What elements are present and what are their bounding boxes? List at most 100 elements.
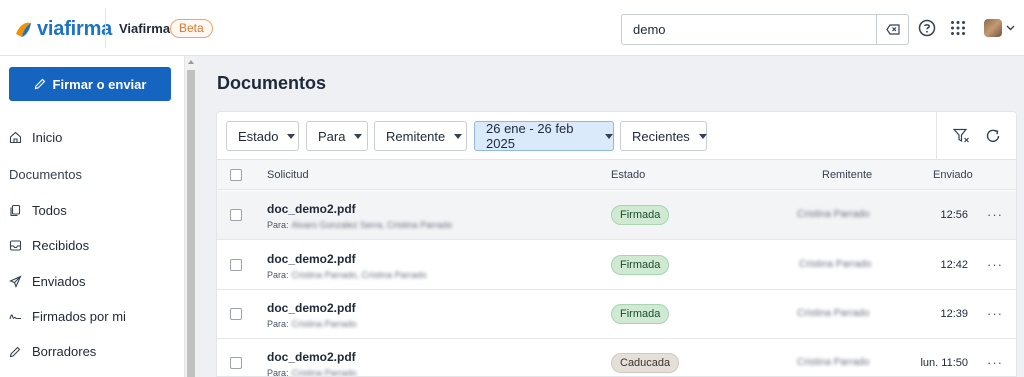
- sidebar-item-label: Borradores: [32, 343, 97, 359]
- apps-button[interactable]: [947, 17, 969, 39]
- sent-time: 12:42: [940, 259, 968, 271]
- recipients-names: Cristina Parrado: [291, 319, 357, 329]
- beta-badge: Beta: [170, 19, 213, 38]
- sign-or-send-button[interactable]: Firmar o enviar: [9, 67, 171, 101]
- row-checkbox[interactable]: [230, 209, 242, 221]
- file-name[interactable]: doc_demo2.pdf: [267, 252, 356, 266]
- filter-recientes[interactable]: Recientes: [620, 121, 707, 151]
- inbox-icon: [9, 239, 22, 252]
- row-checkbox[interactable]: [230, 308, 242, 320]
- clear-search-button[interactable]: [876, 15, 908, 44]
- home-icon: [9, 131, 22, 144]
- sent-time: 12:56: [940, 209, 968, 221]
- caret-down-icon: [287, 133, 296, 139]
- sidebar-item-borradores[interactable]: Borradores: [0, 336, 184, 366]
- sender-name: Cristina Parrado: [797, 308, 870, 319]
- pen-icon: [34, 78, 45, 90]
- sidebar: Firmar o enviar Inicio Documentos Todos …: [0, 56, 184, 377]
- para-label: Para:: [267, 270, 289, 280]
- viafirma-logo[interactable]: viafirma: [14, 18, 112, 41]
- viafirma-logo-icon: [16, 22, 31, 37]
- help-button[interactable]: [916, 17, 938, 39]
- sidebar-section-documentos: Documentos: [9, 167, 82, 182]
- row-more-button[interactable]: ···: [987, 306, 1003, 321]
- table-row[interactable]: doc_demo2.pdf Para: Cristina Parrado, Cr…: [217, 241, 1016, 290]
- sent-time: lun. 11:50: [920, 357, 968, 369]
- scroll-up-icon[interactable]: [188, 60, 194, 64]
- filter-para[interactable]: Para: [306, 121, 368, 151]
- apps-grid-icon: [951, 21, 965, 35]
- status-badge: Firmada: [611, 255, 670, 275]
- search-box: [621, 14, 909, 45]
- sender-name: Cristina Parrado: [797, 357, 870, 368]
- file-name[interactable]: doc_demo2.pdf: [267, 202, 356, 216]
- recipients: Para: Cristina Parrado: [267, 319, 357, 329]
- clear-filters-button[interactable]: [951, 125, 973, 147]
- sidebar-scrollbar[interactable]: [184, 56, 196, 377]
- sidebar-item-enviados[interactable]: Enviados: [0, 266, 184, 296]
- filter-estado[interactable]: Estado: [226, 121, 299, 151]
- top-header: viafirma Viafirma Beta: [0, 0, 1024, 56]
- row-more-button[interactable]: ···: [987, 355, 1003, 370]
- search-input[interactable]: [622, 15, 877, 44]
- file-name[interactable]: doc_demo2.pdf: [267, 350, 356, 364]
- refresh-button[interactable]: [982, 125, 1004, 147]
- filter-date-range[interactable]: 26 ene - 26 feb 2025: [474, 121, 614, 151]
- sender-name: Cristina Parrado: [799, 259, 872, 270]
- row-more-button[interactable]: ···: [987, 257, 1003, 272]
- refresh-icon: [986, 129, 1000, 142]
- caret-down-icon: [354, 133, 363, 139]
- row-checkbox[interactable]: [230, 259, 242, 271]
- filter-label: 26 ene - 26 feb 2025: [486, 121, 574, 151]
- sidebar-item-label: Recibidos: [32, 237, 90, 253]
- file-name[interactable]: doc_demo2.pdf: [267, 301, 356, 315]
- select-all-checkbox[interactable]: [230, 169, 242, 181]
- recipients: Para: Cristina Parrado: [267, 368, 357, 377]
- sidebar-item-label: Inicio: [32, 129, 63, 145]
- caret-down-icon: [698, 133, 707, 139]
- table-row[interactable]: doc_demo2.pdf Para: Alvaro Gonzalez Serr…: [217, 191, 1016, 240]
- sent-time: 12:39: [940, 308, 968, 320]
- para-label: Para:: [267, 368, 289, 377]
- filter-label: Recientes: [632, 128, 690, 144]
- filter-clear-icon: [953, 128, 969, 143]
- status-badge: Firmada: [611, 304, 670, 324]
- column-solicitud[interactable]: Solicitud: [267, 169, 309, 181]
- help-icon: [918, 19, 936, 37]
- sign-or-send-label: Firmar o enviar: [52, 76, 147, 92]
- status-badge: Caducada: [611, 353, 680, 373]
- sidebar-item-inicio[interactable]: Inicio: [0, 122, 184, 152]
- user-avatar[interactable]: [984, 19, 1002, 37]
- row-checkbox[interactable]: [230, 357, 242, 369]
- para-label: Para:: [267, 319, 289, 329]
- sidebar-item-firmados[interactable]: Firmados por mi: [0, 301, 184, 331]
- sidebar-item-label: Firmados por mi: [32, 308, 126, 324]
- page-title: Documentos: [217, 73, 327, 93]
- filter-label: Remitente: [386, 128, 446, 144]
- scrollbar-thumb[interactable]: [187, 70, 195, 377]
- header-divider: [105, 8, 106, 48]
- logo-text: viafirma: [37, 18, 113, 40]
- sidebar-item-todos[interactable]: Todos: [0, 195, 184, 225]
- column-estado[interactable]: Estado: [611, 169, 645, 181]
- documents-icon: [9, 204, 22, 217]
- caret-down-icon: [605, 133, 613, 139]
- table-header: Solicitud Estado Remitente Enviado: [217, 160, 1016, 190]
- documents-card: Estado Para Remitente 26 ene - 26 feb 20…: [216, 111, 1017, 377]
- recipients-names: Alvaro Gonzalez Serra, Cristina Parrado: [291, 220, 453, 230]
- recipients-names: Cristina Parrado, Cristina Parrado: [291, 270, 427, 280]
- table-row[interactable]: doc_demo2.pdf Para: Cristina Parrado Cad…: [217, 339, 1016, 377]
- filter-label: Estado: [238, 128, 279, 144]
- filter-bar: Estado Para Remitente 26 ene - 26 feb 20…: [217, 112, 1016, 160]
- chevron-down-icon[interactable]: [1006, 25, 1015, 31]
- sidebar-item-recibidos[interactable]: Recibidos: [0, 230, 184, 260]
- table-row[interactable]: doc_demo2.pdf Para: Cristina Parrado Fir…: [217, 290, 1016, 339]
- row-more-button[interactable]: ···: [987, 207, 1003, 222]
- backspace-icon: [885, 24, 900, 35]
- column-remitente[interactable]: Remitente: [822, 169, 872, 181]
- filter-remitente[interactable]: Remitente: [374, 121, 467, 151]
- para-label: Para:: [267, 220, 289, 230]
- column-enviado[interactable]: Enviado: [933, 169, 973, 181]
- status-badge: Firmada: [611, 205, 670, 225]
- filter-divider: [936, 112, 937, 160]
